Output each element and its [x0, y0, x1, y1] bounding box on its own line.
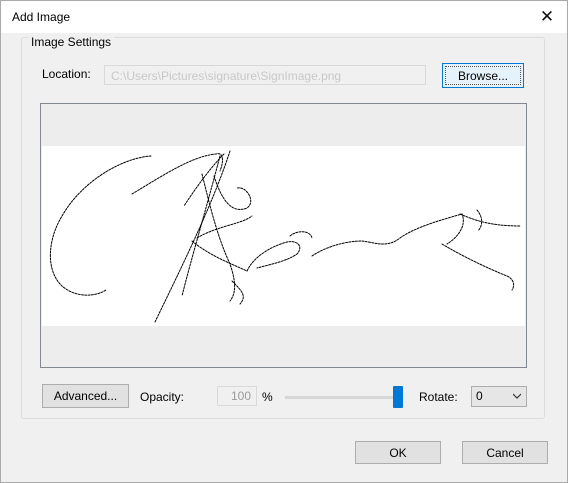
image-preview — [40, 103, 527, 368]
ok-button-label: OK — [389, 445, 407, 460]
location-label: Location: — [42, 67, 91, 81]
advanced-button-label: Advanced... — [53, 389, 118, 403]
title-bar: Add Image ✕ — [1, 1, 567, 33]
chevron-down-icon — [513, 393, 521, 399]
rotate-value: 0 — [476, 389, 483, 403]
close-button[interactable]: ✕ — [527, 1, 567, 33]
ok-button[interactable]: OK — [355, 441, 441, 464]
opacity-unit: % — [262, 390, 273, 404]
cancel-button-label: Cancel — [486, 445, 524, 460]
close-icon: ✕ — [539, 7, 555, 26]
signature-drawing — [49, 150, 521, 323]
cancel-button[interactable]: Cancel — [462, 441, 548, 464]
opacity-label: Opacity: — [140, 390, 185, 404]
rotate-select[interactable]: 0 — [471, 386, 527, 407]
opacity-slider-thumb[interactable] — [393, 386, 403, 408]
image-settings-label: Image Settings — [28, 35, 115, 49]
opacity-field[interactable]: 100 — [217, 386, 257, 406]
focus-rectangle — [445, 66, 521, 85]
rotate-label: Rotate: — [419, 390, 458, 404]
signature-image — [42, 146, 525, 326]
location-field[interactable]: C:\Users\Pictures\signature\SignImage.pn… — [104, 65, 426, 85]
dialog-title: Add Image — [12, 10, 71, 24]
advanced-button[interactable]: Advanced... — [42, 384, 129, 408]
browse-button[interactable]: Browse... — [442, 63, 524, 88]
opacity-slider-track[interactable] — [285, 396, 403, 399]
